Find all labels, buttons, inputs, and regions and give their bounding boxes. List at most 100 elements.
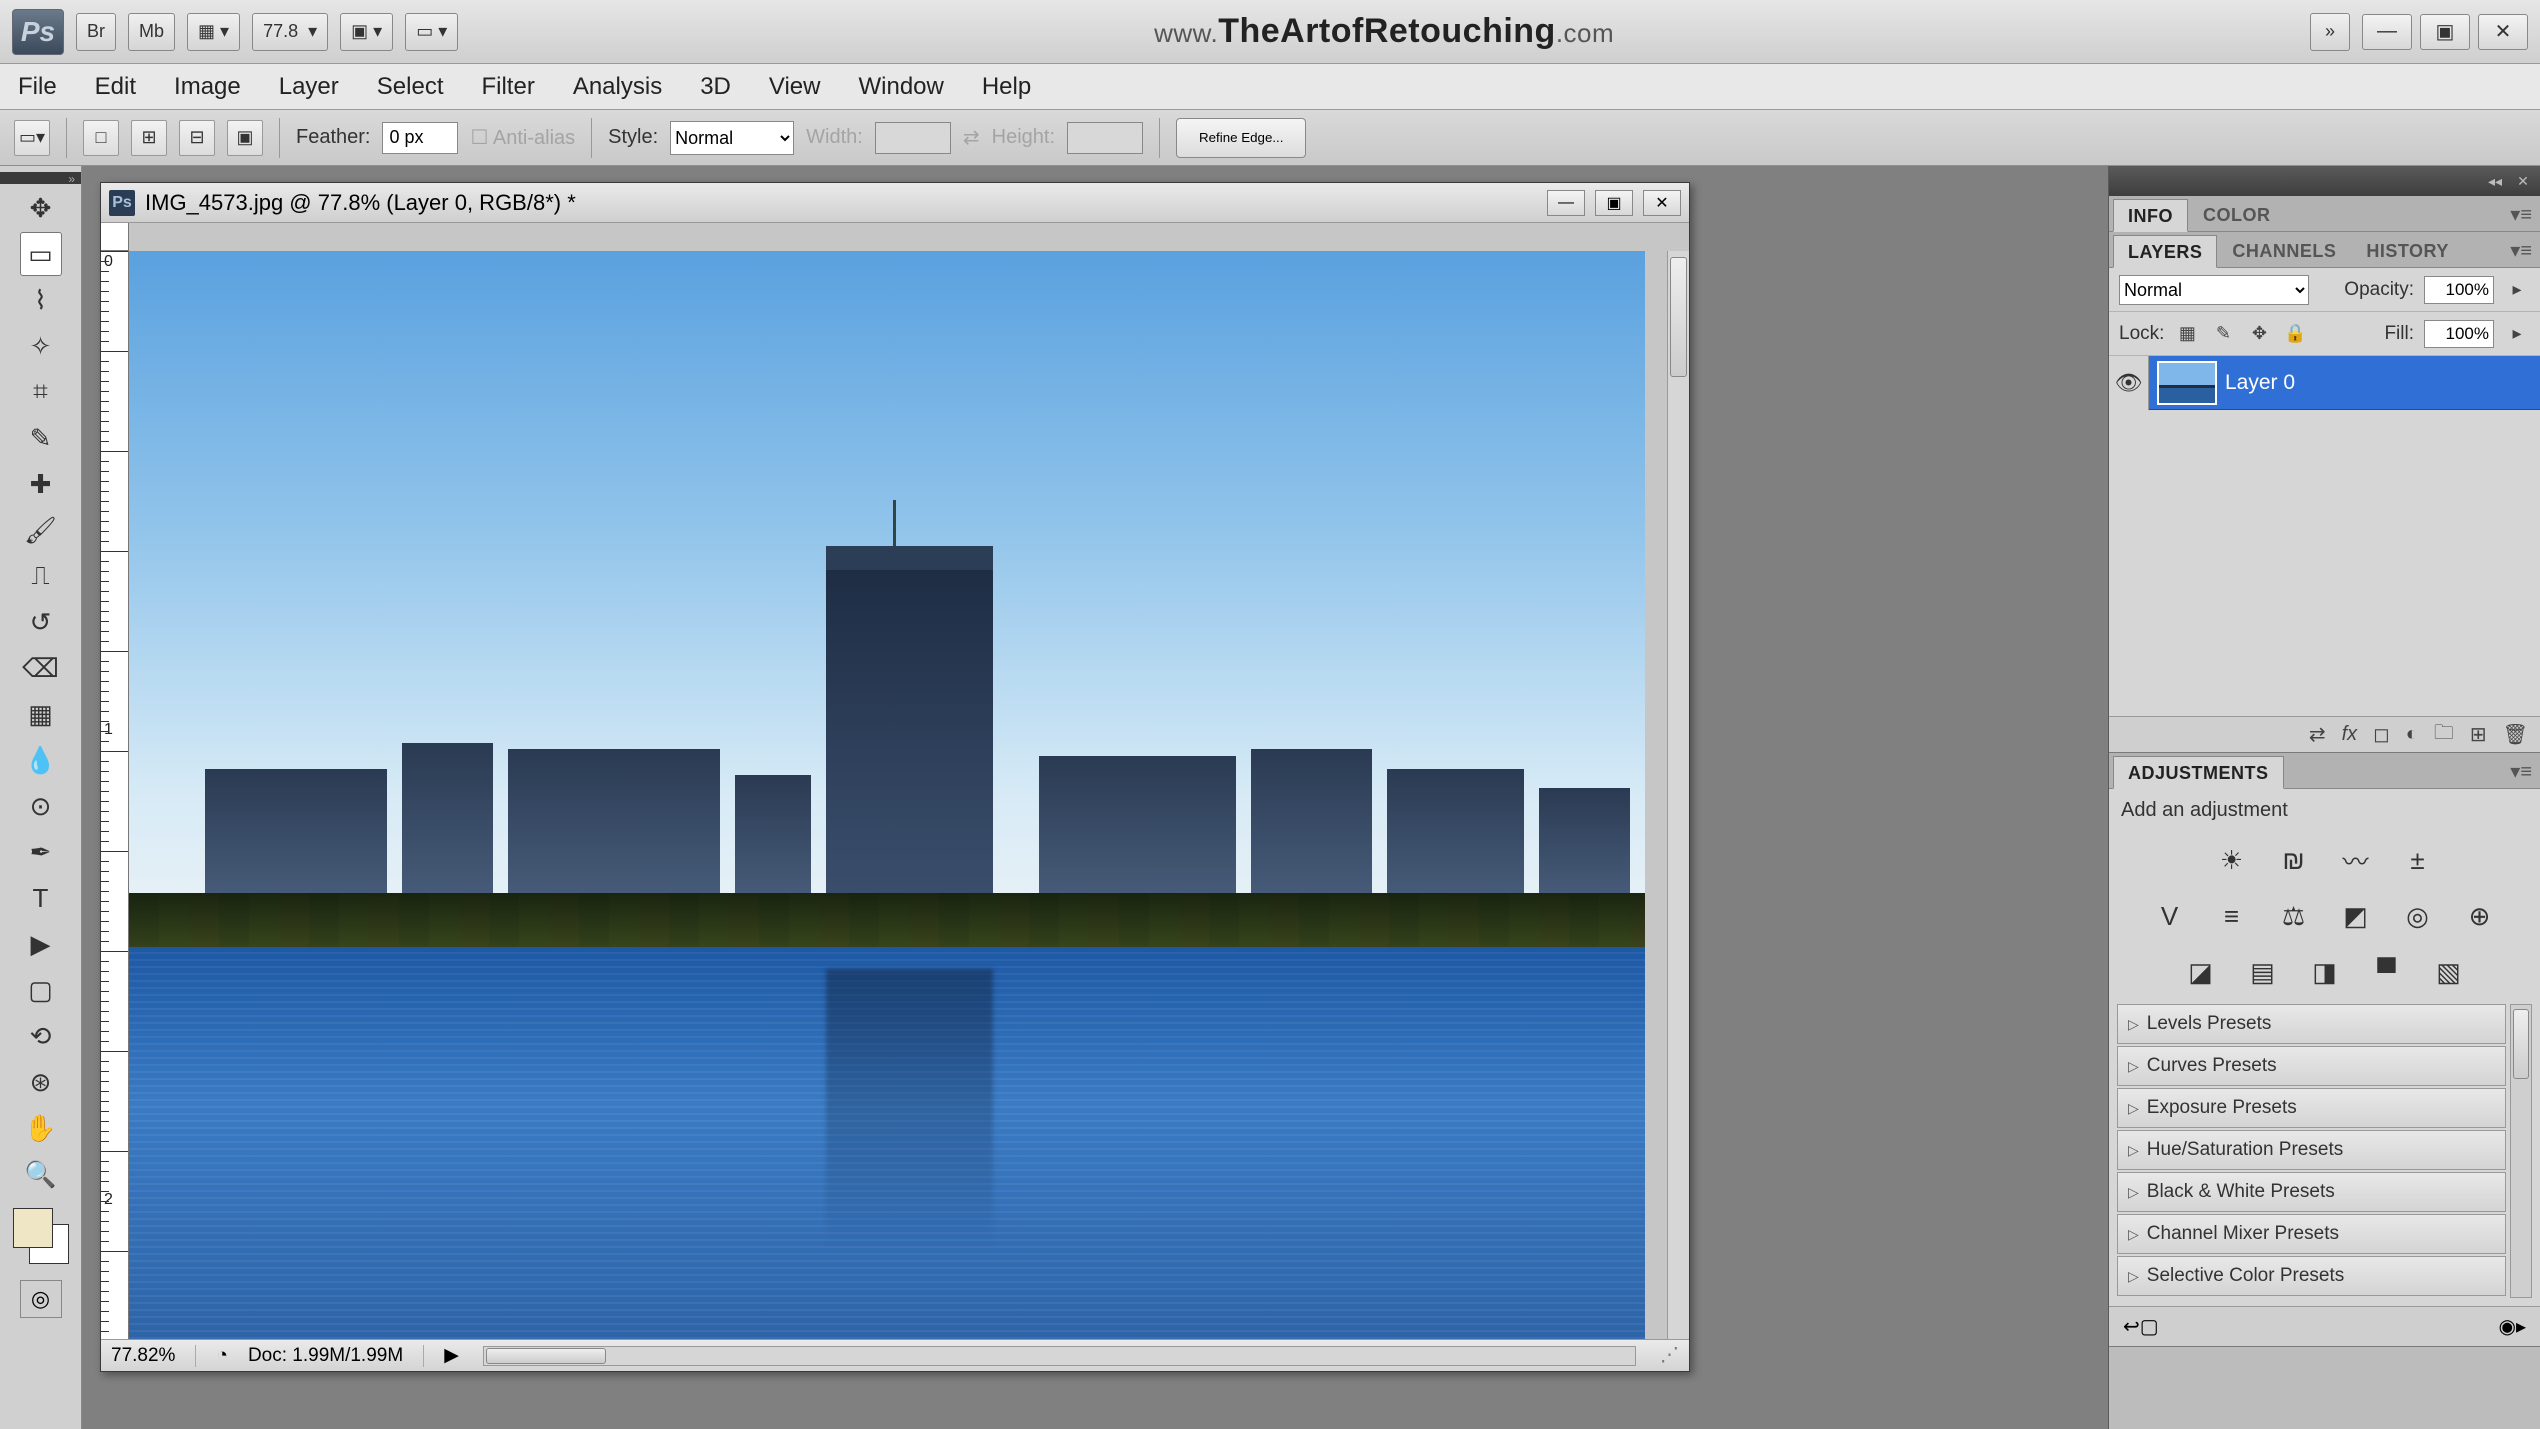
clip-to-layer-icon[interactable]: ◉▸ [2499,1314,2527,1339]
doc-close-button[interactable]: ✕ [1643,190,1681,216]
path-selection-tool-icon[interactable]: ▶ [20,922,62,966]
preset-black-white[interactable]: ▷Black & White Presets [2117,1172,2506,1212]
preset-levels[interactable]: ▷Levels Presets [2117,1004,2506,1044]
tab-history[interactable]: HISTORY [2351,234,2464,267]
lasso-tool-icon[interactable]: ⌇ [20,278,62,322]
selective-color-icon[interactable]: ▧ [2427,952,2471,992]
vertical-scrollbar[interactable] [1667,251,1689,1339]
layer-group-icon[interactable]: 🗀 [2434,718,2454,752]
marquee-tool-preset-icon[interactable]: ▭▾ [14,120,50,156]
menu-view[interactable]: View [765,67,825,107]
selection-subtract-icon[interactable]: ⊟ [179,120,215,156]
menu-select[interactable]: Select [373,67,448,107]
opacity-input[interactable] [2424,276,2494,304]
adjustment-layer-icon[interactable]: ◐ [2406,723,2418,746]
document-titlebar[interactable]: Ps IMG_4573.jpg @ 77.8% (Layer 0, RGB/8*… [101,183,1689,223]
canvas-viewport[interactable] [129,251,1667,1339]
eraser-tool-icon[interactable]: ⌫ [20,646,62,690]
presets-scroll-thumb[interactable] [2513,1009,2529,1079]
vertical-scroll-thumb[interactable] [1670,257,1687,377]
3d-tool-icon[interactable]: ⟲ [20,1014,62,1058]
horizontal-scroll-thumb[interactable] [486,1348,606,1364]
lock-transparency-icon[interactable]: ▦ [2174,321,2200,347]
adjustments-panel-menu-icon[interactable]: ▾≡ [2502,755,2540,788]
history-brush-tool-icon[interactable]: ↺ [20,600,62,644]
selection-new-icon[interactable]: □ [83,120,119,156]
view-extras-dropdown[interactable]: ▦ ▾ [187,13,240,51]
preset-channel-mixer[interactable]: ▷Channel Mixer Presets [2117,1214,2506,1254]
status-menu-arrow-icon[interactable]: ▶ [444,1344,459,1367]
eyedropper-tool-icon[interactable]: ✎ [20,416,62,460]
layer-style-icon[interactable]: fx [2342,723,2358,746]
layer-mask-icon[interactable]: ◻ [2373,722,2390,747]
image-canvas[interactable] [129,251,1645,1339]
lock-all-icon[interactable]: 🔒 [2282,321,2308,347]
gradient-tool-icon[interactable]: ▦ [20,692,62,736]
exposure-icon[interactable]: ± [2396,840,2440,880]
type-tool-icon[interactable]: T [20,876,62,920]
vertical-ruler[interactable]: 0 1 2 [101,251,129,1339]
resize-grip-icon[interactable]: ⋰ [1660,1344,1679,1367]
lock-position-icon[interactable]: ✥ [2246,321,2272,347]
layer-thumbnail[interactable] [2157,361,2217,405]
pen-tool-icon[interactable]: ✒ [20,830,62,874]
preset-exposure[interactable]: ▷Exposure Presets [2117,1088,2506,1128]
presets-scrollbar[interactable] [2510,1004,2532,1298]
style-select[interactable]: Normal [670,121,794,155]
blur-tool-icon[interactable]: 💧 [20,738,62,782]
hue-saturation-icon[interactable]: ≡ [2210,896,2254,936]
menu-analysis[interactable]: Analysis [569,67,666,107]
new-layer-icon[interactable]: ⊞ [2470,722,2487,747]
fill-input[interactable] [2424,320,2494,348]
brush-tool-icon[interactable]: 🖌 [20,508,62,552]
color-swatches[interactable] [13,1208,69,1264]
blend-mode-select[interactable]: Normal [2119,275,2309,305]
vibrance-icon[interactable]: V [2148,896,2192,936]
status-zoom[interactable]: 77.82% [111,1345,196,1367]
magic-wand-tool-icon[interactable]: ✧ [20,324,62,368]
panel-dock-header[interactable]: ◂◂ ✕ [2109,166,2540,196]
status-docinfo[interactable]: Doc: 1.99M/1.99M [248,1345,424,1367]
tab-layers[interactable]: LAYERS [2113,235,2217,268]
doc-maximize-button[interactable]: ▣ [1595,190,1633,216]
selection-add-icon[interactable]: ⊞ [131,120,167,156]
brightness-contrast-icon[interactable]: ☀ [2210,840,2254,880]
marquee-tool-icon[interactable]: ▭ [20,232,62,276]
doc-minimize-button[interactable]: — [1547,190,1585,216]
zoom-level-dropdown[interactable]: 77.8 ▾ [252,13,328,51]
zoom-tool-icon[interactable]: 🔍 [20,1152,62,1196]
tab-adjustments[interactable]: ADJUSTMENTS [2113,756,2284,789]
menu-3d[interactable]: 3D [696,67,735,107]
close-button[interactable]: ✕ [2478,14,2528,50]
feather-input[interactable] [382,122,458,154]
tab-color[interactable]: COLOR [2188,198,2286,231]
3d-camera-tool-icon[interactable]: ⊛ [20,1060,62,1104]
threshold-icon[interactable]: ◨ [2303,952,2347,992]
menu-file[interactable]: File [14,67,61,107]
menu-layer[interactable]: Layer [275,67,343,107]
foreground-color-swatch[interactable] [13,1208,53,1248]
status-cache-icon[interactable]: ◔ [216,1345,227,1367]
refine-edge-button[interactable]: Refine Edge... [1176,118,1306,158]
link-layers-icon[interactable]: ⇄ [2309,722,2326,747]
photo-filter-icon[interactable]: ◎ [2396,896,2440,936]
preset-selective-color[interactable]: ▷Selective Color Presets [2117,1256,2506,1296]
screen-mode-dropdown[interactable]: ▭ ▾ [405,13,458,51]
black-white-icon[interactable]: ◩ [2334,896,2378,936]
layer-name[interactable]: Layer 0 [2225,371,2295,395]
preset-hue-saturation[interactable]: ▷Hue/Saturation Presets [2117,1130,2506,1170]
lock-pixels-icon[interactable]: ✎ [2210,321,2236,347]
color-balance-icon[interactable]: ⚖ [2272,896,2316,936]
selection-intersect-icon[interactable]: ▣ [227,120,263,156]
preset-curves[interactable]: ▷Curves Presets [2117,1046,2506,1086]
maximize-button[interactable]: ▣ [2420,14,2470,50]
horizontal-scrollbar[interactable] [483,1346,1636,1366]
menu-help[interactable]: Help [978,67,1035,107]
collapse-panels-icon[interactable]: ◂◂ [2484,172,2506,190]
tab-channels[interactable]: CHANNELS [2217,234,2351,267]
minibridge-button[interactable]: Mb [128,13,175,51]
crop-tool-icon[interactable]: ⌗ [20,370,62,414]
move-tool-icon[interactable]: ✥ [20,186,62,230]
close-panel-group-icon[interactable]: ✕ [2512,172,2534,190]
layer-row[interactable]: 👁 Layer 0 [2109,356,2540,410]
